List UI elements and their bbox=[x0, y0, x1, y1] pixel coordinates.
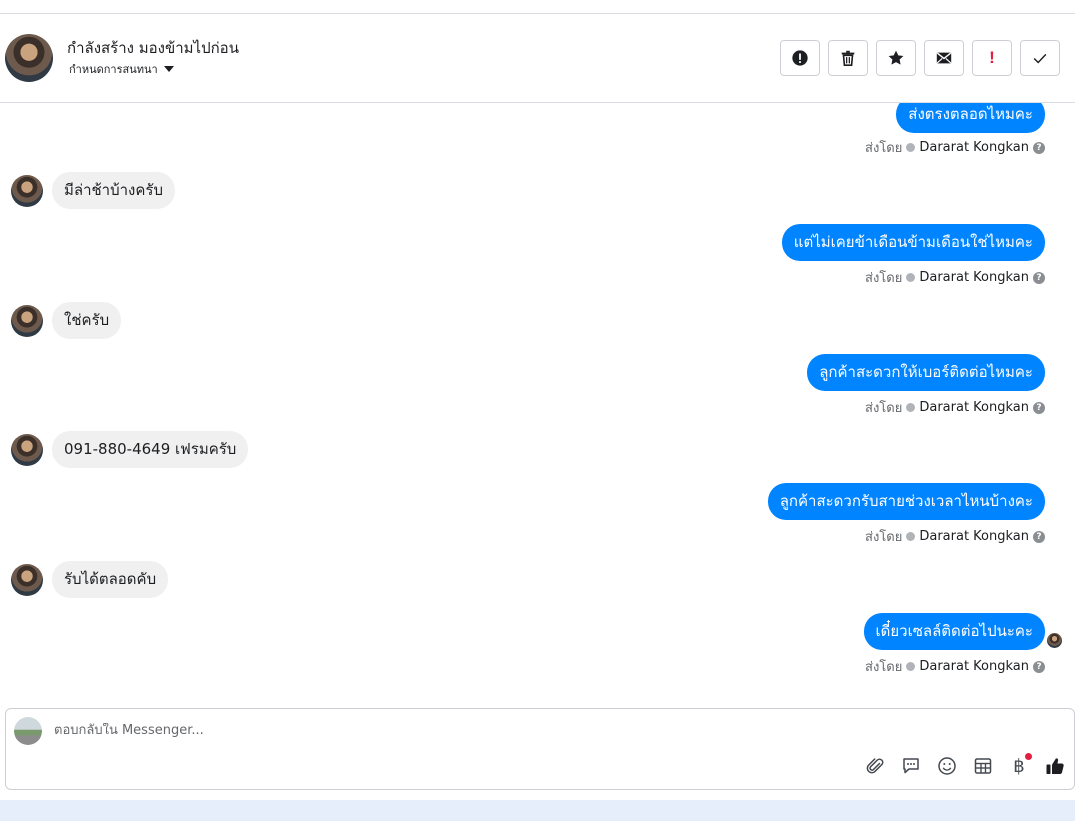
sent-by-info: ส่งโดย Dararat Kongkan ? bbox=[865, 397, 1045, 418]
caret-down-icon bbox=[163, 66, 174, 72]
thumbs-up-icon bbox=[1046, 758, 1064, 774]
sent-by-label: ส่งโดย bbox=[865, 660, 903, 675]
sent-by-label: ส่งโดย bbox=[865, 401, 903, 416]
incoming-message-row: รับได้ตลอดคับ bbox=[11, 561, 169, 598]
incoming-message-row: มีล่าช้าบ้างครับ bbox=[11, 172, 175, 209]
sent-by-label: ส่งโดย bbox=[865, 530, 903, 545]
alert-circle-icon bbox=[792, 50, 808, 66]
incoming-message: 091-880-4649 เฟรมครับ bbox=[52, 431, 249, 468]
help-icon[interactable]: ? bbox=[1033, 530, 1045, 543]
mark-unread-button[interactable] bbox=[924, 40, 964, 76]
saved-replies-button[interactable] bbox=[900, 755, 922, 777]
outgoing-message: ลูกค้าสะดวกรับสายช่วงเวลาไหนบ้างคะ bbox=[767, 483, 1045, 520]
contact-avatar-small bbox=[11, 174, 43, 207]
outgoing-message: เดี๋ยวเซลล์ติดต่อไปนะคะ bbox=[863, 613, 1045, 650]
check-icon bbox=[1033, 53, 1047, 64]
verified-icon bbox=[906, 273, 916, 282]
payment-button[interactable]: ฿ bbox=[1008, 753, 1032, 777]
sent-by-info: ส่งโดย Dararat Kongkan ? bbox=[865, 526, 1045, 547]
contact-avatar-small bbox=[11, 563, 43, 596]
sent-by-info: ส่งโดย Dararat Kongkan ? bbox=[865, 656, 1045, 677]
sent-by-label: ส่งโดย bbox=[865, 271, 903, 286]
incoming-message-row: ใช่ครับ bbox=[11, 302, 122, 339]
star-icon bbox=[888, 50, 904, 65]
smiley-icon bbox=[938, 757, 956, 775]
contact-name[interactable]: กำลังสร้าง มองข้ามไปก่อน bbox=[67, 36, 239, 60]
trash-icon bbox=[841, 50, 855, 67]
notification-dot bbox=[1025, 753, 1032, 760]
action-toolbar: ! bbox=[780, 40, 1060, 76]
sent-by-label: ส่งโดย bbox=[865, 141, 903, 156]
outgoing-message: ส่งตรงตลอดไหมคะ bbox=[896, 103, 1045, 133]
exclamation-icon: ! bbox=[989, 48, 995, 67]
paperclip-icon bbox=[866, 758, 884, 774]
help-icon[interactable]: ? bbox=[1033, 660, 1045, 673]
sender-name[interactable]: Dararat Kongkan bbox=[919, 529, 1029, 544]
verified-icon bbox=[906, 532, 916, 541]
sender-name[interactable]: Dararat Kongkan bbox=[919, 270, 1029, 285]
sent-by-info: ส่งโดย Dararat Kongkan ? bbox=[865, 137, 1045, 158]
bottom-band bbox=[0, 800, 1075, 821]
store-grid-icon bbox=[974, 758, 992, 774]
star-button[interactable] bbox=[876, 40, 916, 76]
incoming-message: มีล่าช้าบ้างครับ bbox=[52, 172, 175, 209]
baht-icon: ฿ bbox=[1013, 755, 1025, 777]
sent-by-info: ส่งโดย Dararat Kongkan ? bbox=[865, 267, 1045, 288]
reply-input[interactable] bbox=[54, 723, 954, 738]
emoji-button[interactable] bbox=[936, 755, 958, 777]
chat-bubble-icon bbox=[903, 758, 919, 774]
catalog-button[interactable] bbox=[972, 755, 994, 777]
sender-name[interactable]: Dararat Kongkan bbox=[919, 400, 1029, 415]
contact-avatar[interactable] bbox=[5, 34, 53, 82]
mark-done-button[interactable] bbox=[1020, 40, 1060, 76]
outgoing-message: แต่ไม่เคยข้าเดือนข้ามเดือนใช่ไหมคะ bbox=[781, 224, 1045, 261]
delete-button[interactable] bbox=[828, 40, 868, 76]
priority-button[interactable]: ! bbox=[972, 40, 1012, 76]
envelope-icon bbox=[936, 52, 952, 64]
contact-avatar-small bbox=[11, 433, 43, 466]
sender-name[interactable]: Dararat Kongkan bbox=[919, 140, 1029, 155]
like-button[interactable] bbox=[1044, 755, 1066, 777]
verified-icon bbox=[906, 662, 916, 671]
schedule-label: กำหนดการสนทนา bbox=[69, 63, 158, 76]
conversation-header: กำลังสร้าง มองข้ามไปก่อน กำหนดการสนทนา ! bbox=[0, 14, 1075, 103]
help-icon[interactable]: ? bbox=[1033, 401, 1045, 414]
attach-button[interactable] bbox=[864, 755, 886, 777]
contact-avatar-small bbox=[11, 304, 43, 337]
incoming-message: ใช่ครับ bbox=[52, 302, 122, 339]
message-thread[interactable]: ส่งตรงตลอดไหมคะ ส่งโดย Dararat Kongkan ?… bbox=[0, 103, 1075, 703]
sender-name[interactable]: Dararat Kongkan bbox=[919, 659, 1029, 674]
reply-composer: ฿ bbox=[5, 708, 1075, 790]
incoming-message-row: 091-880-4649 เฟรมครับ bbox=[11, 431, 249, 468]
seen-indicator-avatar bbox=[1047, 633, 1062, 648]
incoming-message: รับได้ตลอดคับ bbox=[52, 561, 169, 598]
verified-icon bbox=[906, 143, 916, 152]
composer-toolbar: ฿ bbox=[864, 753, 1066, 777]
page-avatar bbox=[14, 717, 42, 745]
help-icon[interactable]: ? bbox=[1033, 141, 1045, 154]
schedule-dropdown[interactable]: กำหนดการสนทนา bbox=[69, 60, 174, 78]
verified-icon bbox=[906, 403, 916, 412]
outgoing-message: ลูกค้าสะดวกให้เบอร์ติดต่อไหมคะ bbox=[807, 354, 1045, 391]
top-strip bbox=[0, 0, 1075, 14]
help-icon[interactable]: ? bbox=[1033, 271, 1045, 284]
report-button[interactable] bbox=[780, 40, 820, 76]
